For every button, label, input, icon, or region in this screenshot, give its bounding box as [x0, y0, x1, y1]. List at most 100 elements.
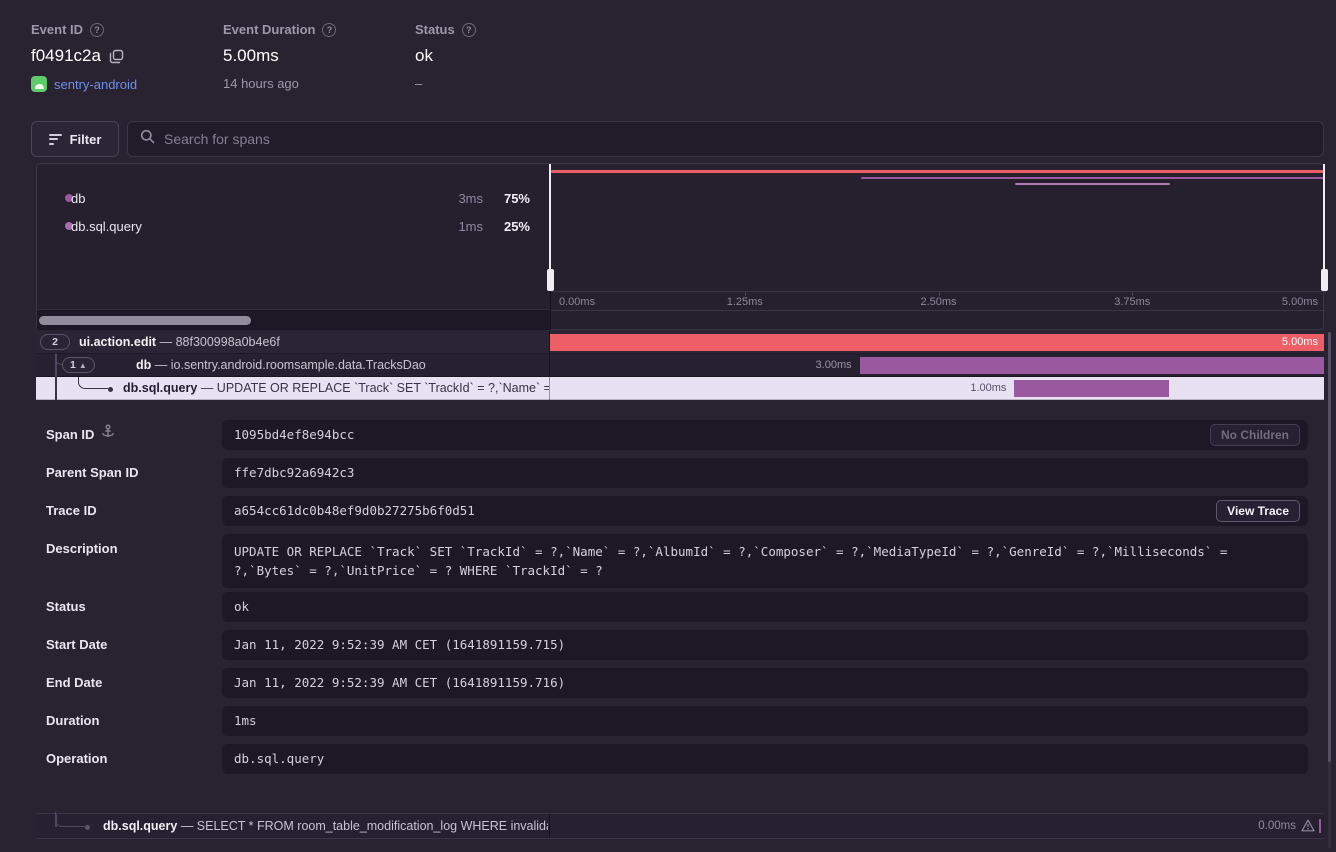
span-desc: SELECT * FROM room_table_modification_lo…	[197, 819, 548, 833]
ops-breakdown-and-minimap-panel: db 3ms 75% db.sql.query 1ms 25% 0.00ms 1…	[36, 163, 1324, 330]
span-row-hidden-db-sql-query[interactable]: db.sql.query — SELECT * FROM room_table_…	[36, 813, 1324, 839]
span-desc: io.sentry.android.roomsample.data.Tracks…	[171, 358, 426, 372]
separator: —	[155, 358, 168, 372]
span-bar[interactable]	[860, 357, 1324, 374]
ops-breakdown-row[interactable]: db.sql.query 1ms 25%	[37, 212, 550, 240]
span-id-value: 1095bd4ef8e94bcc	[222, 420, 1308, 450]
minimap-right-handle[interactable]	[1323, 164, 1325, 291]
event-duration-block: Event Duration ? 5.00ms 14 hours ago	[223, 22, 336, 91]
tree-connector-dot	[85, 825, 90, 830]
span-duration: 3.00ms	[816, 354, 852, 377]
zero-duration-tick	[1319, 819, 1321, 833]
end-date-value: Jan 11, 2022 9:52:39 AM CET (1641891159.…	[222, 668, 1308, 698]
event-duration-label: Event Duration	[223, 22, 315, 37]
chevron-up-icon: ▲	[79, 361, 87, 370]
minimap-time-axis: 0.00ms 1.25ms 2.50ms 3.75ms 5.00ms	[551, 291, 1326, 311]
detail-row-trace-id: Trace ID a654cc61dc0b48ef9d0b27275b6f0d5…	[36, 496, 1324, 526]
span-bar[interactable]: 5.00ms	[550, 334, 1324, 351]
span-duration: 5.00ms	[1282, 334, 1318, 351]
minimap-left-handle[interactable]	[549, 164, 551, 291]
event-duration-value: 5.00ms	[223, 46, 279, 66]
help-icon[interactable]: ?	[462, 23, 476, 37]
detail-label: Start Date	[46, 630, 107, 660]
op-name: db.sql.query	[71, 219, 142, 234]
detail-label: Operation	[46, 744, 107, 774]
axis-tick-label: 3.75ms	[1114, 296, 1150, 308]
filter-button[interactable]: Filter	[31, 121, 119, 157]
parent-span-id-value: ffe7dbc92a6942c3	[222, 458, 1308, 488]
span-row-ui-action-edit[interactable]: 2 ui.action.edit — 88f300998a0b4e6f 5.00…	[36, 331, 1324, 354]
span-op: db.sql.query	[103, 819, 177, 833]
detail-label: Duration	[46, 706, 99, 736]
separator: —	[181, 819, 194, 833]
detail-row-end-date: End Date Jan 11, 2022 9:52:39 AM CET (16…	[36, 668, 1324, 698]
span-op: db.sql.query	[123, 381, 197, 395]
detail-row-status: Status ok	[36, 592, 1324, 622]
trace-minimap[interactable]: 0.00ms 1.25ms 2.50ms 3.75ms 5.00ms	[550, 164, 1325, 330]
separator: —	[160, 335, 173, 349]
search-bar[interactable]	[127, 121, 1324, 157]
tree-bar-divider	[549, 814, 550, 838]
event-id-value: f0491c2a	[31, 46, 101, 66]
status-detail-value: ok	[222, 592, 1308, 622]
warning-icon	[1301, 819, 1315, 835]
children-count-pill[interactable]: 2	[40, 334, 70, 350]
anchor-icon[interactable]	[101, 420, 115, 450]
minimap-span-line	[1015, 183, 1170, 186]
tree-connector-dot	[108, 387, 113, 392]
vertical-scrollbar[interactable]	[1328, 332, 1331, 848]
help-icon[interactable]: ?	[90, 23, 104, 37]
detail-label: Span ID	[46, 420, 94, 450]
event-id-label: Event ID	[31, 22, 83, 37]
axis-tick-label: 1.25ms	[727, 296, 763, 308]
op-duration: 1ms	[458, 219, 483, 234]
detail-row-parent-span-id: Parent Span ID ffe7dbc92a6942c3	[36, 458, 1324, 488]
horizontal-scrollbar[interactable]	[37, 309, 550, 330]
children-count: 2	[52, 336, 58, 348]
event-id-label-row: Event ID ?	[31, 22, 137, 37]
status-value: ok	[415, 46, 433, 66]
filter-button-label: Filter	[70, 132, 102, 147]
description-value: UPDATE OR REPLACE `Track` SET `TrackId` …	[222, 534, 1308, 588]
start-date-value: Jan 11, 2022 9:52:39 AM CET (1641891159.…	[222, 630, 1308, 660]
span-op: ui.action.edit	[79, 335, 156, 349]
detail-row-duration: Duration 1ms	[36, 706, 1324, 736]
axis-tick-label: 2.50ms	[920, 296, 956, 308]
search-input[interactable]	[164, 131, 1311, 147]
tree-guide-line	[55, 377, 57, 400]
view-trace-button[interactable]: View Trace	[1216, 500, 1300, 522]
status-block: Status ? ok –	[415, 22, 476, 91]
span-row-db-sql-query-selected[interactable]: db.sql.query — UPDATE OR REPLACE `Track`…	[36, 377, 1324, 400]
span-details-panel: Span ID 1095bd4ef8e94bcc No Children Par…	[36, 402, 1324, 810]
copy-icon[interactable]	[109, 49, 124, 64]
op-duration: 3ms	[458, 191, 483, 206]
search-icon	[140, 129, 155, 149]
detail-row-start-date: Start Date Jan 11, 2022 9:52:39 AM CET (…	[36, 630, 1324, 660]
status-sub: –	[415, 76, 422, 91]
children-count-pill[interactable]: 1 ▲	[62, 357, 95, 373]
minimap-span-line	[551, 170, 1325, 173]
ops-breakdown: db 3ms 75% db.sql.query 1ms 25%	[37, 164, 550, 309]
ops-breakdown-row[interactable]: db 3ms 75%	[37, 184, 550, 212]
horizontal-scrollbar-thumb[interactable]	[39, 316, 251, 325]
filter-icon	[49, 134, 62, 145]
span-row-db[interactable]: 1 ▲ db — io.sentry.android.roomsample.da…	[36, 354, 1324, 377]
no-children-button: No Children	[1210, 424, 1300, 446]
tree-connector	[55, 812, 85, 827]
detail-label: Description	[46, 534, 118, 564]
detail-row-operation: Operation db.sql.query	[36, 744, 1324, 774]
vertical-scrollbar-thumb[interactable]	[1328, 332, 1331, 762]
detail-label: Parent Span ID	[46, 458, 138, 488]
span-op: db	[136, 358, 151, 372]
help-icon[interactable]: ?	[322, 23, 336, 37]
event-age: 14 hours ago	[223, 76, 299, 91]
op-name: db	[71, 191, 85, 206]
separator: —	[201, 381, 214, 395]
detail-label: End Date	[46, 668, 102, 698]
span-bar[interactable]	[1014, 380, 1169, 397]
axis-tick-label: 5.00ms	[1282, 296, 1318, 308]
project-link[interactable]: sentry-android	[54, 77, 137, 92]
operation-value: db.sql.query	[222, 744, 1308, 774]
op-percent: 25%	[504, 219, 530, 234]
duration-value: 1ms	[222, 706, 1308, 736]
